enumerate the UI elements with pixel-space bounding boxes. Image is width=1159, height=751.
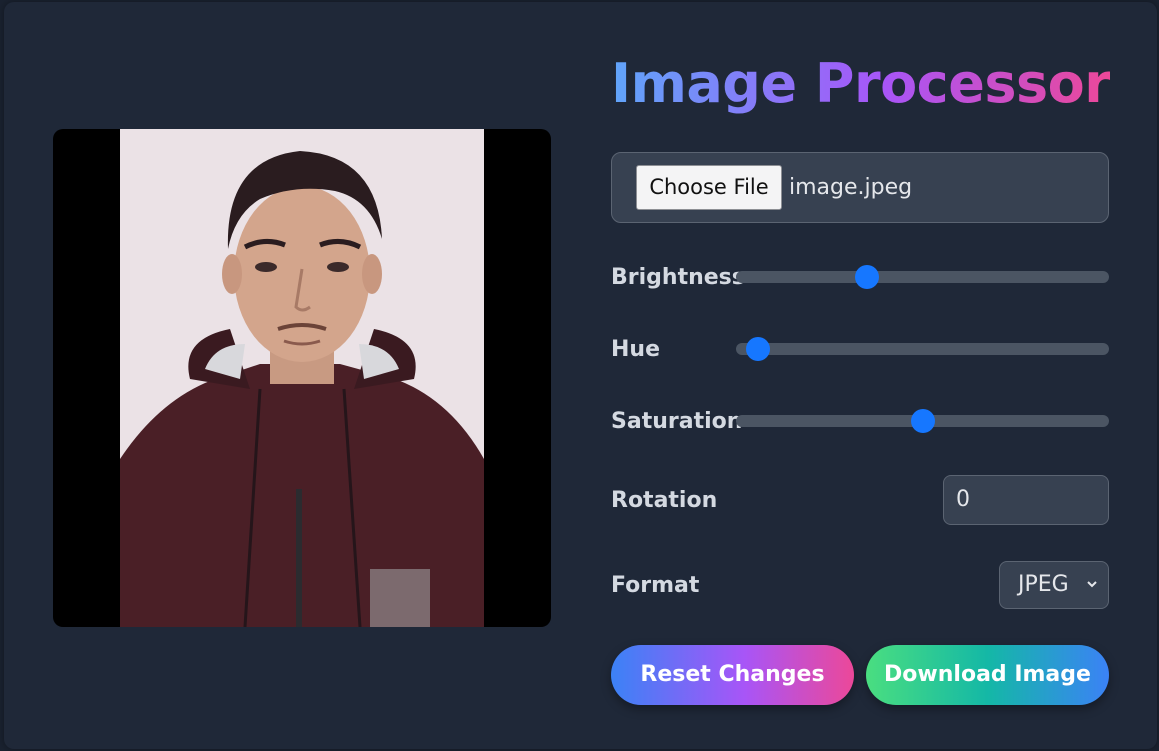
choose-file-button[interactable]: Choose File	[636, 165, 782, 210]
saturation-slider[interactable]	[736, 409, 1109, 433]
chevron-down-icon	[1087, 581, 1097, 588]
reset-changes-button[interactable]: Reset Changes	[611, 645, 854, 705]
rotation-input[interactable]: 0	[943, 475, 1109, 525]
saturation-slider-thumb[interactable]	[910, 409, 935, 433]
download-image-button[interactable]: Download Image	[866, 645, 1109, 705]
saturation-label: Saturation	[611, 409, 743, 434]
brightness-slider-thumb[interactable]	[854, 265, 879, 289]
preview-photo	[120, 129, 484, 627]
brightness-label: Brightness	[611, 265, 745, 290]
page-title: Image Processor	[611, 52, 1111, 115]
hue-slider[interactable]	[736, 337, 1109, 361]
format-label: Format	[611, 573, 700, 598]
file-input[interactable]: Choose File image.jpeg	[611, 152, 1109, 223]
format-selected-value: JPEG	[1018, 572, 1069, 597]
selected-file-name: image.jpeg	[789, 175, 913, 200]
brightness-slider[interactable]	[736, 265, 1109, 289]
hue-label: Hue	[611, 337, 660, 362]
image-preview	[53, 129, 551, 627]
format-select[interactable]: JPEG	[999, 561, 1109, 609]
rotation-label: Rotation	[611, 488, 718, 513]
